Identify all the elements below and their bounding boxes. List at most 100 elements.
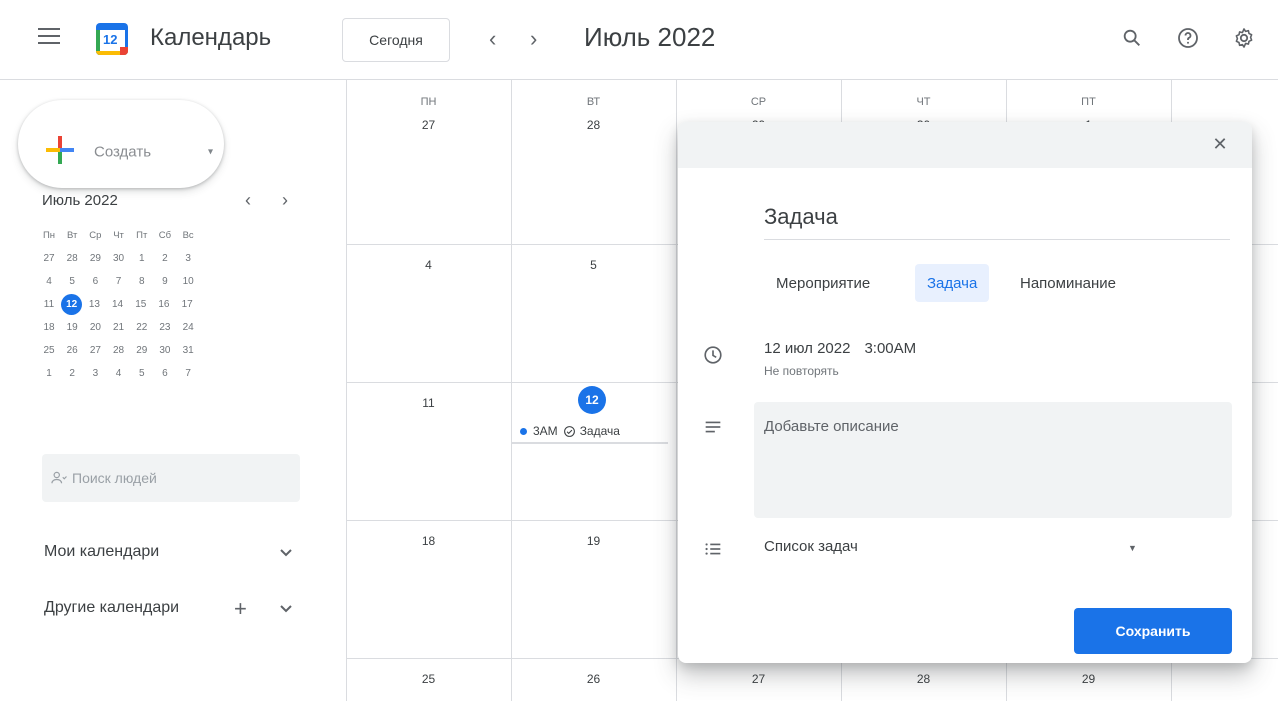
mini-day[interactable]: 20 — [84, 322, 106, 333]
today-date-circle[interactable]: 12 — [578, 386, 606, 414]
prev-period-icon[interactable]: ‹ — [489, 26, 496, 52]
task-list-icon — [705, 543, 721, 555]
mini-day[interactable]: 2 — [61, 368, 83, 379]
day-number[interactable]: 18 — [409, 534, 449, 548]
mini-day[interactable]: 26 — [61, 345, 83, 356]
day-number[interactable]: 11 — [409, 396, 449, 410]
mini-day[interactable]: 11 — [38, 299, 60, 310]
mini-day[interactable]: 19 — [61, 322, 83, 333]
mini-day[interactable]: 5 — [61, 276, 83, 287]
mini-day[interactable]: 23 — [154, 322, 176, 333]
mini-day[interactable]: 3 — [84, 368, 106, 379]
day-number[interactable]: 29 — [1069, 672, 1109, 686]
title-input[interactable]: Задача — [764, 200, 1230, 240]
mini-day[interactable]: 13 — [83, 299, 105, 310]
create-dropdown-icon: ▾ — [208, 146, 214, 158]
day-number[interactable]: 28 — [904, 672, 944, 686]
mini-day[interactable]: 10 — [177, 276, 199, 287]
close-icon[interactable]: ✕ — [1208, 132, 1232, 156]
search-icon[interactable] — [1118, 24, 1146, 52]
day-number[interactable]: 27 — [409, 118, 449, 132]
app-title[interactable]: Календарь — [150, 24, 271, 52]
mini-day[interactable]: 16 — [153, 299, 175, 310]
mini-day[interactable]: 27 — [84, 345, 106, 356]
event-color-dot — [520, 427, 527, 435]
main-menu-icon[interactable] — [38, 28, 60, 46]
mini-day[interactable]: 3 — [177, 253, 199, 264]
top-app-bar: 12 Календарь Сегодня ‹ › Июль 2022 — [0, 0, 1278, 80]
grid-column-divider — [676, 80, 677, 701]
other-calendars-chevron-icon[interactable] — [279, 602, 293, 617]
mini-day[interactable]: 9 — [154, 276, 176, 287]
mini-day[interactable]: 25 — [38, 345, 60, 356]
next-period-icon[interactable]: › — [530, 26, 537, 52]
mini-day[interactable]: 29 — [131, 345, 153, 356]
repeat-setting[interactable]: Не повторять — [764, 364, 839, 378]
mini-day[interactable]: 30 — [154, 345, 176, 356]
grid-column-divider — [346, 80, 347, 701]
day-number[interactable]: 27 — [739, 672, 779, 686]
calendar-logo-icon[interactable]: 12 — [96, 23, 128, 55]
settings-gear-icon[interactable] — [1230, 24, 1258, 52]
mini-prev-month-icon[interactable]: ‹ — [245, 190, 251, 211]
mini-day[interactable]: 31 — [177, 345, 199, 356]
mini-day[interactable]: 24 — [177, 322, 199, 333]
mini-day[interactable]: 5 — [131, 368, 153, 379]
create-button[interactable]: Создать ▾ — [18, 100, 224, 188]
mini-day[interactable]: 29 — [84, 253, 106, 264]
date-field[interactable]: 12 июл 2022 — [764, 340, 850, 357]
day-number[interactable]: 19 — [574, 534, 614, 548]
mini-day[interactable]: 2 — [154, 253, 176, 264]
add-calendar-plus-icon[interactable]: + — [234, 596, 247, 622]
mini-day[interactable]: 18 — [38, 322, 60, 333]
help-icon[interactable] — [1174, 24, 1202, 52]
tab-event[interactable]: Мероприятие — [764, 264, 882, 302]
mini-day[interactable]: 4 — [38, 276, 60, 287]
mini-day[interactable]: 15 — [130, 299, 152, 310]
day-number[interactable]: 28 — [574, 118, 614, 132]
my-calendars-section[interactable]: Мои календари — [44, 543, 159, 561]
today-button[interactable]: Сегодня — [342, 18, 450, 62]
day-number[interactable]: 25 — [409, 672, 449, 686]
mini-day[interactable]: 27 — [38, 253, 60, 264]
task-list-select[interactable]: Список задач — [764, 538, 858, 555]
mini-calendar-title: Июль 2022 — [42, 192, 118, 209]
mini-day[interactable]: 22 — [131, 322, 153, 333]
mini-day[interactable]: 12 — [61, 294, 83, 315]
mini-day[interactable]: 7 — [177, 368, 199, 379]
time-field[interactable]: 3:00AM — [864, 340, 916, 357]
task-list-dropdown-icon[interactable]: ▼ — [1128, 543, 1137, 553]
tab-reminder[interactable]: Напоминание — [1008, 264, 1128, 302]
mini-day[interactable]: 1 — [131, 253, 153, 264]
other-calendars-section[interactable]: Другие календари — [44, 599, 179, 617]
mini-day[interactable]: 28 — [61, 253, 83, 264]
day-number[interactable]: 4 — [409, 258, 449, 272]
event-time: 3AM — [533, 424, 558, 438]
description-textarea[interactable]: Добавьте описание — [754, 402, 1232, 518]
event-chip[interactable]: 3AM Задача — [512, 420, 668, 444]
clock-icon — [704, 346, 722, 364]
mini-weekday: Сб — [158, 230, 172, 241]
mini-day[interactable]: 30 — [108, 253, 130, 264]
mini-next-month-icon[interactable]: › — [282, 190, 288, 211]
mini-day[interactable]: 14 — [107, 299, 129, 310]
mini-day[interactable]: 6 — [84, 276, 106, 287]
mini-weekday: Ср — [89, 230, 102, 241]
day-number[interactable]: 5 — [574, 258, 614, 272]
mini-day[interactable]: 28 — [108, 345, 130, 356]
mini-day[interactable]: 1 — [38, 368, 60, 379]
mini-day[interactable]: 7 — [108, 276, 130, 287]
mini-day[interactable]: 21 — [108, 322, 130, 333]
mini-weekday: Пт — [136, 230, 148, 241]
tab-task[interactable]: Задача — [915, 264, 990, 302]
day-number[interactable]: 26 — [574, 672, 614, 686]
dialog-drag-handle[interactable] — [678, 122, 1252, 168]
my-calendars-chevron-icon[interactable] — [279, 546, 293, 561]
mini-day[interactable]: 4 — [108, 368, 130, 379]
people-search-input[interactable]: Поиск людей — [42, 454, 300, 502]
mini-day[interactable]: 17 — [176, 299, 198, 310]
mini-day[interactable]: 8 — [131, 276, 153, 287]
save-button[interactable]: Сохранить — [1074, 608, 1232, 654]
mini-week-row: 1234567 — [38, 362, 300, 385]
mini-day[interactable]: 6 — [154, 368, 176, 379]
